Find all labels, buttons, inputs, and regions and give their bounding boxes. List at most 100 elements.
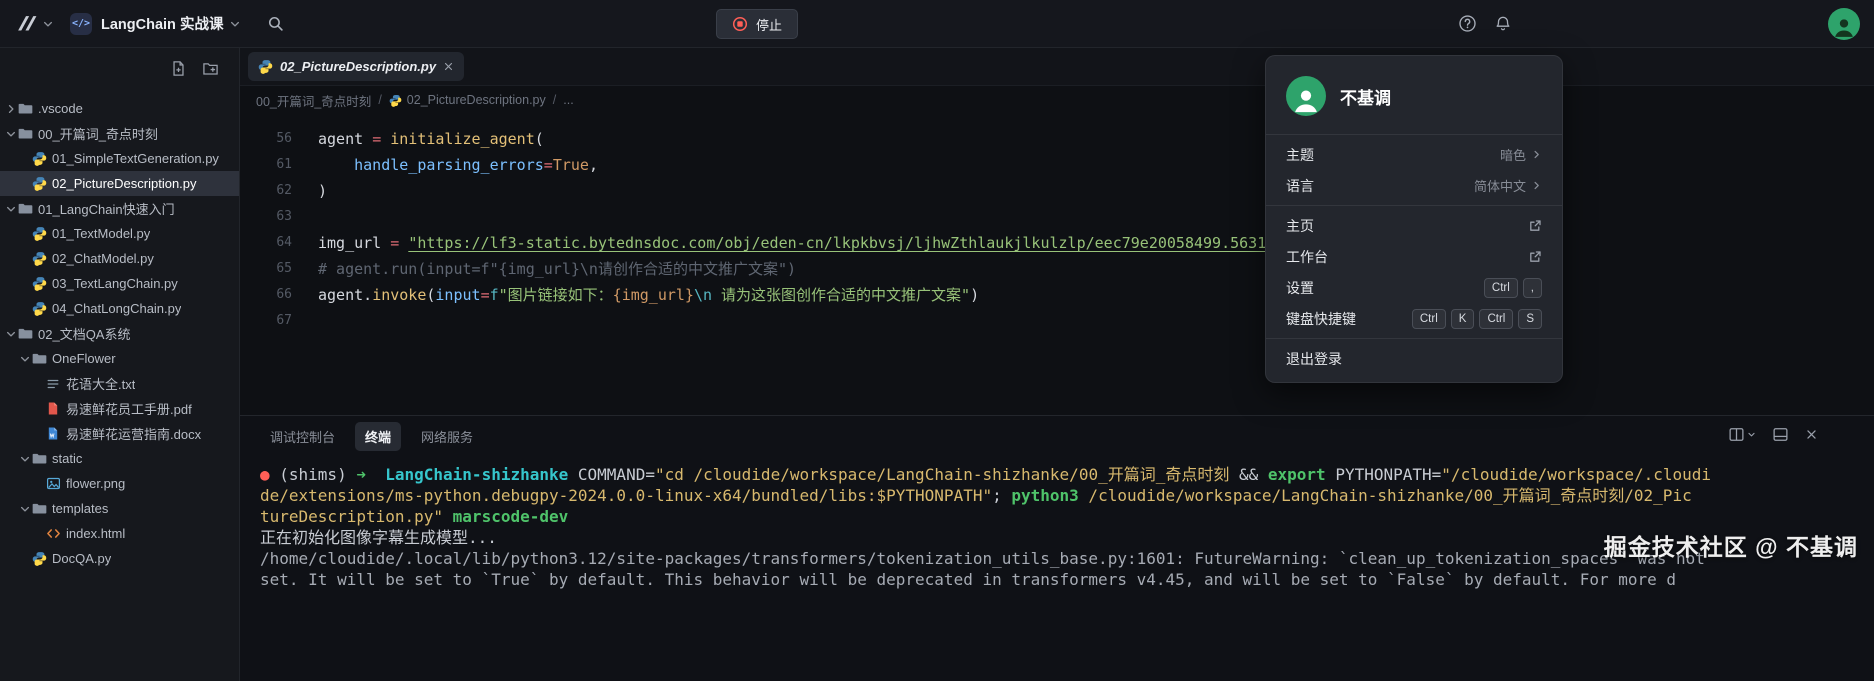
chevron-down-icon[interactable]	[4, 128, 17, 140]
menu-item[interactable]: 工作台	[1266, 241, 1562, 272]
tree-file-item[interactable]: DocQA.py	[0, 546, 239, 571]
terminal-line: tureDescription.py" marscode-dev	[260, 506, 1874, 527]
menu-item[interactable]: 设置Ctrl,	[1266, 272, 1562, 303]
tree-file-item[interactable]: 03_TextLangChain.py	[0, 271, 239, 296]
file-name: 02_文档QA系统	[38, 324, 130, 343]
keyboard-key: Ctrl	[1412, 309, 1446, 329]
terminal-output[interactable]: ● (shims) ➜ LangChain-shizhanke COMMAND=…	[240, 456, 1874, 681]
file-name: 01_TextModel.py	[52, 226, 150, 241]
breadcrumb-item[interactable]: ...	[563, 93, 573, 107]
code-line-66[interactable]: 66agent.invoke(input=f"图片链接如下：{img_url}\…	[240, 282, 1874, 308]
code-line-67[interactable]: 67	[240, 308, 1874, 334]
code-token: (	[535, 130, 544, 148]
terminal-token: LangChain-shizhanke	[385, 465, 568, 484]
chevron-down-icon[interactable]	[4, 328, 17, 340]
stop-button[interactable]: 停止	[716, 9, 798, 39]
close-panel-button[interactable]	[1805, 428, 1818, 441]
file-name: .vscode	[38, 101, 83, 116]
line-number: 66	[240, 282, 292, 308]
tree-folder-item[interactable]: templates	[0, 496, 239, 521]
file-name: 01_LangChain快速入门	[38, 199, 175, 218]
editor-tab[interactable]: 02_PictureDescription.py	[248, 52, 464, 81]
txt-file-icon	[45, 377, 61, 391]
terminal-token: ;	[992, 486, 1011, 505]
app-logo[interactable]	[14, 12, 38, 36]
tree-file-item[interactable]: 04_ChatLongChain.py	[0, 296, 239, 321]
notifications-icon[interactable]	[1494, 15, 1512, 33]
tree-file-item[interactable]: index.html	[0, 521, 239, 546]
tree-file-item[interactable]: 易速鲜花运营指南.docx	[0, 421, 239, 446]
tree-file-item[interactable]: 01_SimpleTextGeneration.py	[0, 146, 239, 171]
search-icon[interactable]	[267, 15, 284, 32]
panel-layout-icon	[1772, 426, 1789, 443]
user-avatar-large	[1286, 76, 1326, 116]
tree-file-item[interactable]: 花语大全.txt	[0, 371, 239, 396]
menu-divider	[1266, 338, 1562, 339]
breadcrumb-item[interactable]: 00_开篇词_奇点时刻	[256, 91, 371, 110]
panel-tab-inactive[interactable]: 调试控制台	[260, 422, 345, 451]
code-token: )	[318, 182, 327, 200]
file-name: templates	[52, 501, 108, 516]
chevron-down-icon[interactable]	[4, 203, 17, 215]
python-icon	[258, 59, 273, 74]
terminal-line: set. It will be set to `True` by default…	[260, 569, 1874, 590]
code-token: =	[390, 234, 408, 252]
tree-file-item[interactable]: 02_ChatModel.py	[0, 246, 239, 271]
editor-layout-button[interactable]	[1728, 426, 1756, 443]
folder-icon	[17, 326, 33, 341]
tree-file-item[interactable]: 01_TextModel.py	[0, 221, 239, 246]
chevron-right-icon[interactable]	[4, 103, 17, 115]
chevron-down-icon[interactable]	[18, 453, 31, 465]
tree-file-item[interactable]: flower.png	[0, 471, 239, 496]
code-line-63[interactable]: 63	[240, 204, 1874, 230]
code-line-62[interactable]: 62)	[240, 178, 1874, 204]
close-tab-icon[interactable]	[443, 61, 454, 72]
breadcrumb-item[interactable]: 02_PictureDescription.py	[389, 93, 546, 107]
chevron-down-icon[interactable]	[18, 353, 31, 365]
editor-area: 02_PictureDescription.py 00_开篇词_奇点时刻/02_…	[240, 48, 1874, 681]
chevron-down-icon[interactable]	[18, 503, 31, 515]
toggle-panel-button[interactable]	[1772, 426, 1789, 443]
new-file-button[interactable]	[170, 60, 187, 77]
code-token: \n	[694, 286, 712, 304]
code-editor[interactable]: 56agent = initialize_agent(61 handle_par…	[240, 114, 1874, 415]
menu-item[interactable]: 语言简体中文	[1266, 170, 1562, 201]
panel-tab-inactive[interactable]: 网络服务	[411, 422, 483, 451]
tree-folder-item[interactable]: 00_开篇词_奇点时刻	[0, 121, 239, 146]
python-file-icon	[31, 151, 47, 166]
keyboard-key: ,	[1523, 278, 1542, 298]
code-token: =	[481, 286, 490, 304]
tree-file-item[interactable]: 02_PictureDescription.py	[0, 171, 239, 196]
code-line-61[interactable]: 61 handle_parsing_errors=True,	[240, 152, 1874, 178]
tree-folder-item[interactable]: 01_LangChain快速入门	[0, 196, 239, 221]
line-number: 64	[240, 230, 292, 256]
code-line-65[interactable]: 65# agent.run(input=f"{img_url}\n请创作合适的中…	[240, 256, 1874, 282]
tree-folder-item[interactable]: .vscode	[0, 96, 239, 121]
code-token: {img_url}	[613, 286, 694, 304]
terminal-token: set. It will be set to `True` by default…	[260, 570, 1676, 589]
line-number: 56	[240, 126, 292, 152]
tree-folder-item[interactable]: OneFlower	[0, 346, 239, 371]
chevron-down-icon[interactable]	[229, 18, 241, 30]
tree-folder-item[interactable]: static	[0, 446, 239, 471]
tab-title: 02_PictureDescription.py	[280, 59, 436, 74]
menu-item[interactable]: 退出登录	[1266, 343, 1562, 374]
project-badge-icon: </>	[70, 13, 92, 35]
panel-tab-active[interactable]: 终端	[355, 422, 401, 451]
help-icon[interactable]	[1458, 14, 1477, 33]
chevron-down-icon[interactable]	[42, 18, 54, 30]
terminal-token: PYTHONPATH=	[1335, 465, 1441, 484]
file-name: 01_SimpleTextGeneration.py	[52, 151, 219, 166]
menu-item[interactable]: 主页	[1266, 210, 1562, 241]
menu-item[interactable]: 键盘快捷键CtrlKCtrlS	[1266, 303, 1562, 334]
tree-file-item[interactable]: 易速鲜花员工手册.pdf	[0, 396, 239, 421]
code-line-56[interactable]: 56agent = initialize_agent(	[240, 126, 1874, 152]
tree-folder-item[interactable]: 02_文档QA系统	[0, 321, 239, 346]
user-avatar[interactable]	[1828, 8, 1860, 40]
new-folder-button[interactable]	[202, 60, 219, 77]
editor-tabbar: 02_PictureDescription.py	[240, 48, 1874, 86]
code-line-64[interactable]: 64img_url = "https://lf3-static.bytednsd…	[240, 230, 1874, 256]
project-name[interactable]: LangChain 实战课	[101, 13, 223, 34]
menu-item[interactable]: 主题暗色	[1266, 139, 1562, 170]
terminal-token: COMMAND=	[568, 465, 655, 484]
